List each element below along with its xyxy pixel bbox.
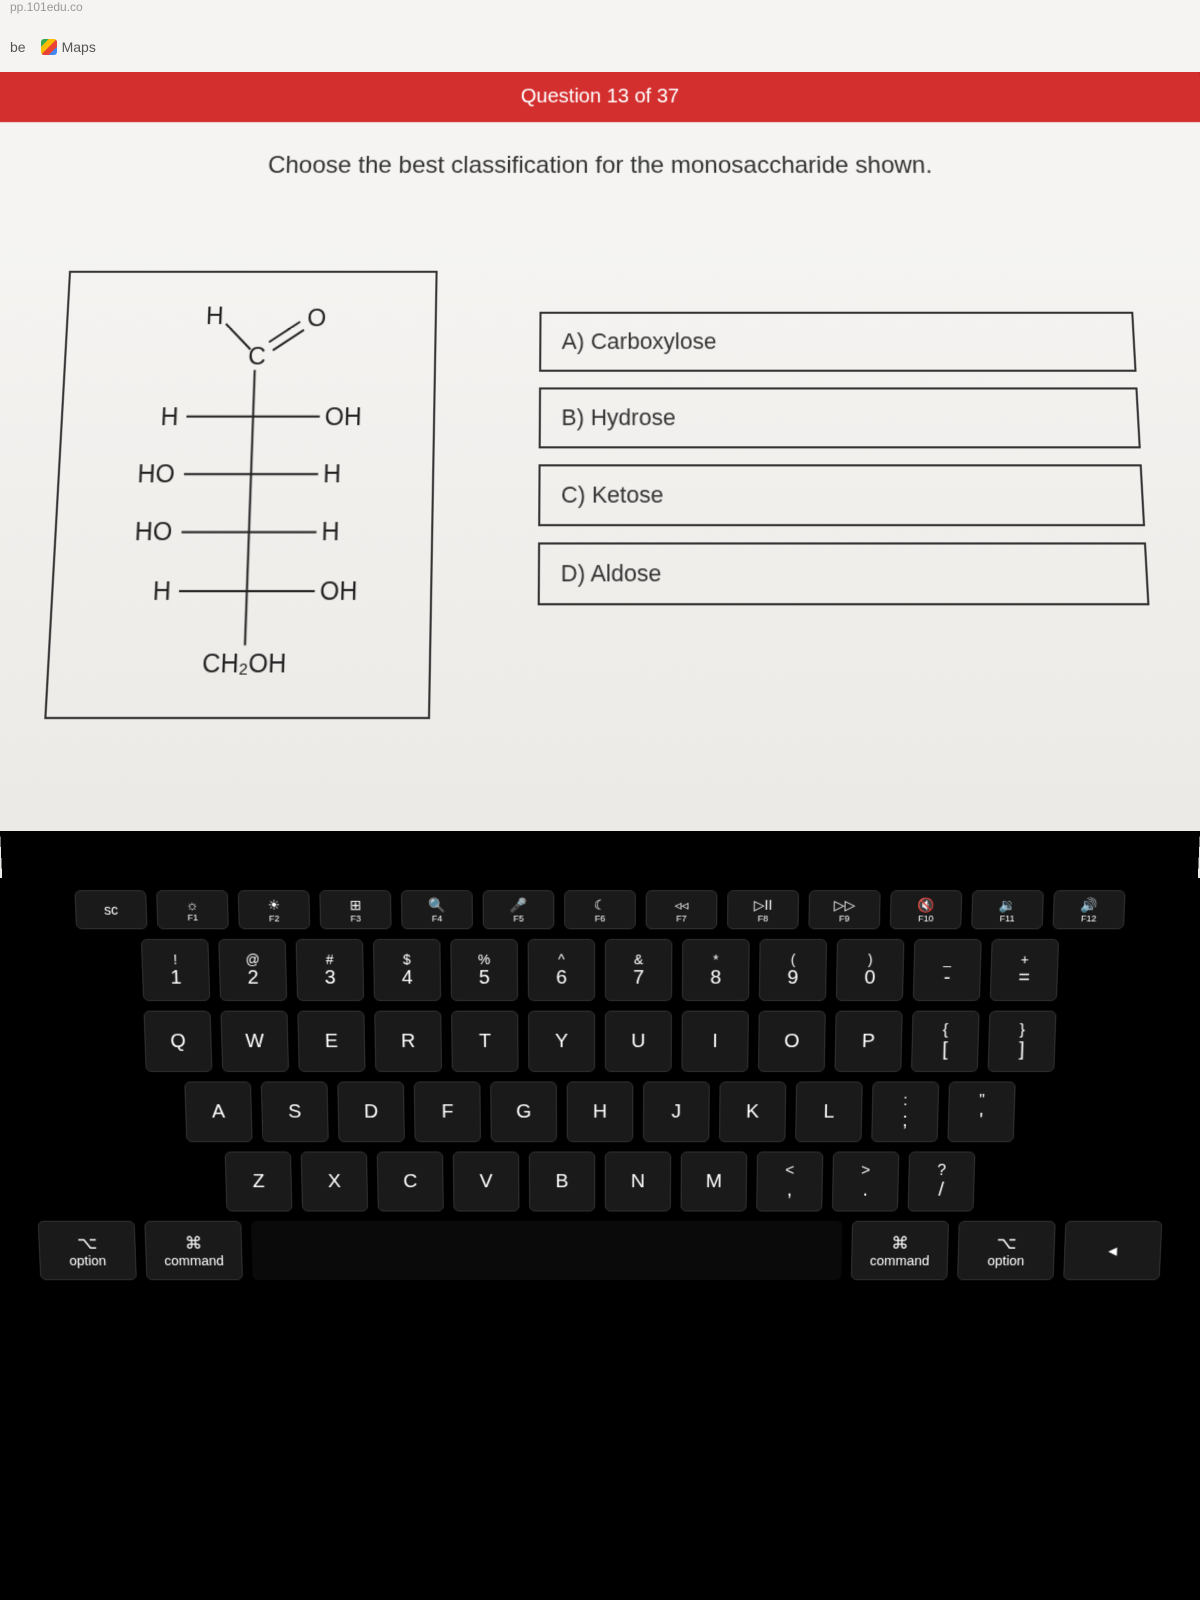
key-7[interactable]: &7 [605,939,672,1001]
answer-options: A) Carboxylose B) Hydrose C) Ketose D) A… [537,271,1157,742]
key-f11[interactable]: 🔉F11 [971,890,1044,929]
url-fragment: pp.101edu.co [0,0,1200,22]
key-f2[interactable]: ☀F2 [238,890,311,929]
key-u[interactable]: U [605,1011,672,1072]
molecule-structure: H C O H OH HO H HO H [44,271,437,719]
key-r[interactable]: R [374,1011,442,1072]
content-area: H C O H OH HO H HO H [0,230,1200,878]
key-k[interactable]: K [719,1081,786,1142]
question-prompt: Choose the best classification for the m… [0,122,1200,230]
key-f6[interactable]: ☾F6 [564,890,636,929]
key-punct[interactable]: <, [756,1152,823,1212]
key-f8[interactable]: ▷IIF8 [727,890,799,929]
bookmarks-bar: be Maps [0,22,1200,72]
key-e[interactable]: E [297,1011,365,1072]
key-arrow[interactable]: ◂ [1063,1221,1162,1280]
key-y[interactable]: Y [528,1011,595,1072]
key-3[interactable]: #3 [296,939,365,1001]
key-p[interactable]: P [835,1011,903,1072]
key-f12[interactable]: 🔊F12 [1053,890,1126,929]
key-l[interactable]: L [795,1081,863,1142]
key-bracket[interactable]: {[ [911,1011,980,1072]
key-x[interactable]: X [301,1152,368,1212]
mol-o: O [307,304,327,331]
key-bracket[interactable]: }] [988,1011,1057,1072]
key-option[interactable]: ⌥option [957,1221,1056,1280]
key-f1[interactable]: ☼F1 [156,890,229,929]
mol-r5-left: H [152,577,171,606]
bookmark-maps[interactable]: Maps [41,39,96,55]
key-f3[interactable]: ⊞F3 [319,890,391,929]
mol-bottom: CH₂OH [202,649,287,678]
key-m[interactable]: M [681,1152,748,1212]
key-w[interactable]: W [220,1011,289,1072]
option-a[interactable]: A) Carboxylose [539,312,1137,372]
key-b[interactable]: B [529,1152,595,1212]
mol-r5-right: OH [320,577,358,606]
option-b[interactable]: B) Hydrose [538,387,1140,448]
key-2[interactable]: @2 [218,939,287,1001]
key-o[interactable]: O [758,1011,826,1072]
mol-r2-left: H [160,403,179,431]
key-f4[interactable]: 🔍F4 [401,890,473,929]
key-6[interactable]: ^6 [528,939,595,1001]
tube-label: be [10,39,26,55]
key-9[interactable]: (9 [759,939,827,1001]
quiz-container: Question 13 of 37 Choose the best classi… [0,72,1200,878]
key-f7[interactable]: ◃◃F7 [646,890,718,929]
maps-label: Maps [62,39,96,55]
key-z[interactable]: Z [225,1152,293,1212]
key-c[interactable]: C [377,1152,444,1212]
key-punct[interactable]: ?/ [908,1152,976,1212]
key-a[interactable]: A [184,1081,252,1142]
key-f5[interactable]: 🎤F5 [483,890,555,929]
key-d[interactable]: D [337,1081,405,1142]
key--[interactable]: _- [913,939,982,1001]
key-f[interactable]: F [414,1081,481,1142]
key-8[interactable]: *8 [682,939,750,1001]
key-4[interactable]: $4 [373,939,441,1001]
maps-icon [41,39,57,55]
bookmark-tube[interactable]: be [10,39,26,55]
key-q[interactable]: Q [143,1011,212,1072]
keyboard: sc☼F1☀F2⊞F3 🔍F4 🎤F5☾F6 ◃◃F7▷IIF8▷▷F9 🔇F10🔉F1… [0,831,1200,1326]
key-punct[interactable]: >. [832,1152,899,1212]
mol-r4-left: HO [134,518,173,546]
mol-r4-right: H [321,518,340,546]
key-command[interactable]: ⌘command [144,1221,243,1280]
key-punct[interactable]: :; [871,1081,939,1142]
mol-r2-right: OH [325,403,363,431]
mol-h-top: H [205,302,224,329]
key-command[interactable]: ⌘command [851,1221,949,1280]
option-c[interactable]: C) Ketose [538,464,1145,526]
key-punct[interactable]: "' [947,1081,1015,1142]
key-0[interactable]: )0 [836,939,905,1001]
key-1[interactable]: !1 [141,939,210,1001]
key-f10[interactable]: 🔇F10 [890,890,963,929]
key-option[interactable]: ⌥option [38,1221,137,1280]
key-=[interactable]: += [990,939,1059,1001]
key-v[interactable]: V [453,1152,520,1212]
mol-r3-right: H [323,460,342,488]
key-s[interactable]: S [261,1081,329,1142]
key-space[interactable] [251,1221,842,1280]
key-n[interactable]: N [605,1152,671,1212]
mol-c: C [248,343,267,370]
option-d[interactable]: D) Aldose [537,542,1149,605]
key-t[interactable]: T [451,1011,518,1072]
key-i[interactable]: I [681,1011,748,1072]
key-j[interactable]: J [643,1081,710,1142]
question-header: Question 13 of 37 [0,72,1200,122]
key-h[interactable]: H [567,1081,634,1142]
key-esc[interactable]: sc [74,890,147,929]
mol-r3-left: HO [137,460,175,488]
key-f9[interactable]: ▷▷F9 [808,890,880,929]
key-g[interactable]: G [490,1081,557,1142]
key-5[interactable]: %5 [450,939,518,1001]
